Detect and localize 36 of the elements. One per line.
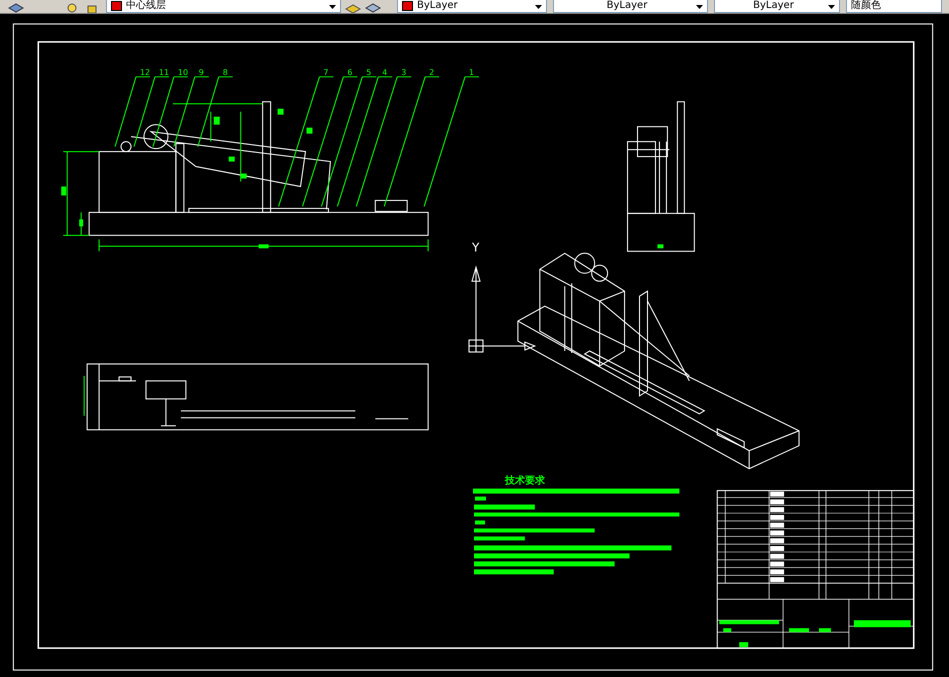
- part-number-label: 4: [382, 68, 388, 77]
- drawing-canvas[interactable]: 12 11 10 9 8 7 6 5 4 3 2 1 Y 技术要求: [0, 14, 949, 677]
- dropdown-caret-icon: [329, 4, 336, 9]
- lineweight-value: ByLayer: [752, 0, 795, 12]
- part-number-label: 1: [469, 68, 474, 77]
- part-number-label: 5: [366, 68, 372, 77]
- leader-line: [197, 76, 234, 148]
- color-swatch-icon: [111, 0, 122, 11]
- part-number-label: 12: [140, 68, 150, 77]
- color-value: ByLayer: [417, 0, 459, 12]
- leader-line: [134, 76, 170, 148]
- dropdown-caret-icon: [535, 4, 542, 9]
- part-number-label: 9: [198, 68, 204, 77]
- linetype-dropdown[interactable]: ByLayer: [553, 0, 708, 13]
- layers-icon[interactable]: [8, 2, 24, 13]
- layer-match-icon[interactable]: [345, 2, 361, 13]
- part-number-label: 3: [401, 68, 406, 77]
- notes-title: 技术要求: [504, 476, 545, 487]
- part-number-label: 10: [178, 68, 188, 77]
- leader-line: [152, 76, 188, 148]
- part-number-label: 8: [222, 68, 228, 77]
- part-number-label: 2: [429, 68, 434, 77]
- linetype-value: ByLayer: [606, 0, 648, 12]
- leader-line: [114, 76, 150, 148]
- leader-line: [173, 76, 210, 148]
- color-swatch-icon: [402, 0, 413, 11]
- part-number-label: 6: [347, 68, 352, 77]
- part-number-label: 7: [323, 68, 329, 77]
- color-dropdown[interactable]: ByLayer: [397, 0, 547, 13]
- layers-icon[interactable]: [365, 2, 381, 13]
- ucs-icon: [468, 265, 536, 352]
- axis-label: Y: [472, 240, 480, 254]
- dropdown-caret-icon: [696, 4, 703, 9]
- dropdown-caret-icon: [828, 4, 835, 9]
- lineweight-dropdown[interactable]: ByLayer: [714, 0, 840, 13]
- part-number-label: 11: [158, 68, 170, 77]
